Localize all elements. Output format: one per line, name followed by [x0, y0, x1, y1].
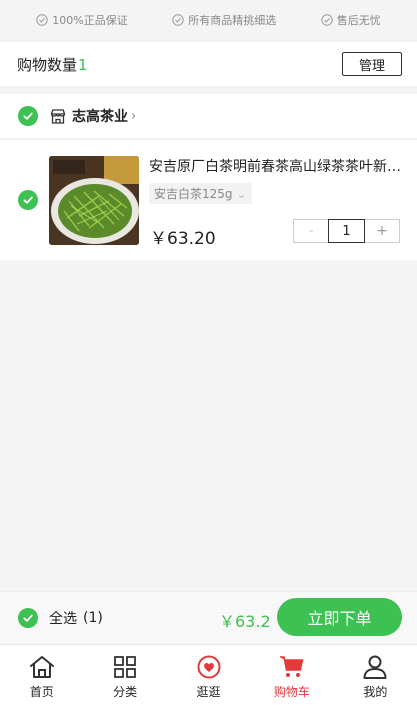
manage-button[interactable]: 管理: [342, 52, 402, 76]
home-icon: [29, 656, 54, 678]
select-all-checkbox[interactable]: [18, 607, 38, 628]
guarantee-item: 售后无忧: [321, 12, 381, 28]
cart-icon: [279, 656, 304, 677]
product-image[interactable]: [49, 156, 139, 245]
cart-item: 安吉原厂白茶明前春茶高山绿茶茶叶新茶散装 安吉白茶125g ⌄ ￥63.20 - …: [0, 140, 417, 260]
store-name[interactable]: 志高茶业: [72, 106, 128, 126]
item-checkbox[interactable]: [18, 190, 38, 210]
checkmark-icon: [23, 614, 33, 622]
cart-header: 购物数量1 管理: [0, 42, 417, 86]
product-title[interactable]: 安吉原厂白茶明前春茶高山绿茶茶叶新茶散装: [149, 156, 401, 176]
heart-chat-icon: [197, 655, 221, 679]
tab-home[interactable]: 首页: [0, 645, 83, 705]
grid-icon: [114, 656, 137, 678]
tab-label: 分类: [113, 685, 138, 699]
checkmark-icon: [23, 112, 33, 120]
increment-button[interactable]: +: [364, 219, 400, 243]
checkmark-icon: [23, 196, 33, 204]
guarantee-label: 所有商品精挑细选: [188, 14, 277, 27]
tab-cart[interactable]: 购物车: [250, 645, 333, 705]
total-price: ￥63.2: [219, 612, 271, 631]
tab-label: 我的: [363, 685, 388, 699]
guarantee-item: 100%正品保证: [36, 12, 128, 28]
product-price: ￥63.20: [150, 229, 216, 249]
user-icon: [363, 655, 387, 679]
submit-order-button[interactable]: 立即下单: [277, 598, 402, 636]
quantity-input[interactable]: 1: [328, 219, 365, 243]
tab-label: 购物车: [273, 685, 310, 699]
chevron-down-icon: ⌄: [236, 187, 247, 201]
bottom-tabbar: 首页 分类 逛逛 购物车 我的: [0, 644, 417, 705]
checkout-bar: 全选 (1) ￥63.2 立即下单: [0, 591, 417, 643]
guarantee-strip: 100%正品保证 所有商品精挑细选 售后无忧: [0, 0, 417, 40]
guarantee-label: 100%正品保证: [52, 14, 128, 27]
tab-discover[interactable]: 逛逛: [167, 645, 250, 705]
select-all[interactable]: 全选 (1): [18, 607, 103, 628]
cart-count-value: 1: [78, 55, 88, 74]
sku-label: 安吉白茶125g: [154, 187, 233, 201]
select-all-count: (1): [83, 609, 103, 626]
sku-selector[interactable]: 安吉白茶125g ⌄: [149, 183, 252, 204]
store-checkbox[interactable]: [18, 106, 38, 126]
chevron-right-icon[interactable]: ›: [131, 109, 136, 124]
cart-count: 购物数量1: [17, 54, 88, 75]
decrement-button[interactable]: -: [293, 219, 329, 243]
quantity-stepper: - 1 +: [293, 219, 400, 243]
cart-count-label: 购物数量: [17, 55, 78, 74]
store-bar: 志高茶业 ›: [0, 94, 417, 139]
guarantee-label: 售后无忧: [336, 14, 381, 27]
check-circle-icon: [172, 14, 184, 26]
tab-category[interactable]: 分类: [83, 645, 166, 705]
tab-label: 逛逛: [196, 685, 221, 699]
select-all-label: 全选: [49, 610, 77, 627]
store-icon: [50, 108, 66, 124]
guarantee-item: 所有商品精挑细选: [172, 12, 276, 28]
check-circle-icon: [36, 14, 48, 26]
tab-label: 首页: [29, 685, 54, 699]
tab-profile[interactable]: 我的: [334, 645, 417, 705]
check-circle-icon: [321, 14, 333, 26]
